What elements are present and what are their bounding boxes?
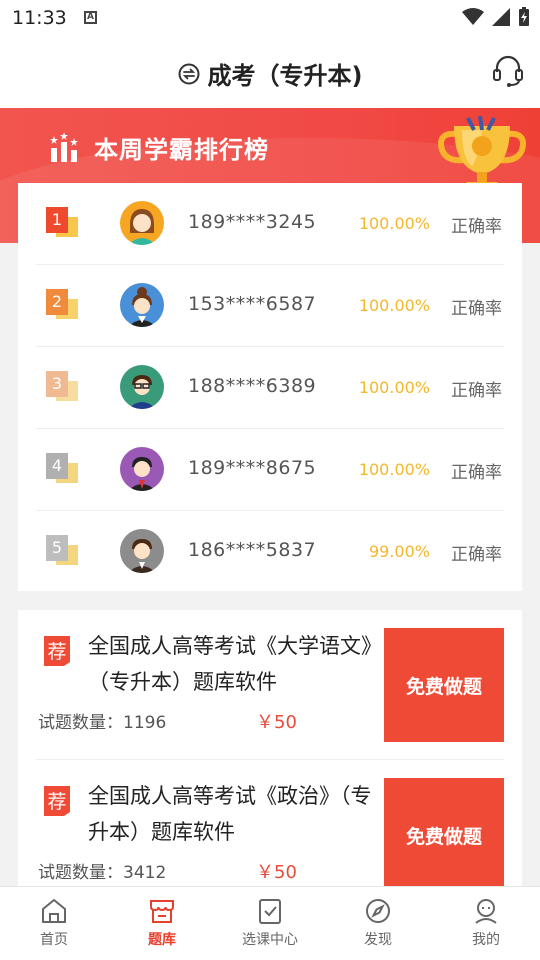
price: ￥50 [256, 862, 297, 883]
user-phone: 188****6389 [188, 375, 317, 397]
question-count: 试题数量：3412 [38, 863, 167, 883]
question-bank-name[interactable]: 全国成人高等考试《政治》（专升本）题库软件 [88, 778, 378, 850]
question-bank-item[interactable]: 荐 全国成人高等考试《大学语文》（专升本）题库软件 试题数量：1196 ￥50 … [36, 610, 504, 760]
rank-number: 2 [46, 289, 68, 315]
rank-badge: 4 [46, 453, 80, 485]
switch-icon[interactable] [178, 63, 200, 85]
accuracy-value: 100.00% [358, 378, 430, 397]
tab-discover-label[interactable]: 发现 [364, 929, 392, 949]
home-icon[interactable] [40, 897, 68, 925]
rank-number: 4 [46, 453, 68, 479]
ranking-row: 2 153****6587 100.00% 正确率 [36, 265, 504, 347]
avatar [120, 365, 164, 409]
user-phone: 153****6587 [188, 293, 317, 315]
accuracy-value: 100.00% [358, 460, 430, 479]
tab-discover[interactable]: 发现 [324, 887, 432, 960]
rank-badge: 1 [46, 207, 80, 239]
tab-question-bank[interactable]: 题库 [108, 887, 216, 960]
tab-home[interactable]: 首页 [0, 887, 108, 960]
rank-badge: 2 [46, 289, 80, 321]
accuracy-value: 100.00% [358, 296, 430, 315]
rank-number: 1 [46, 207, 68, 233]
free-practice-button[interactable]: 免费做题 [384, 778, 504, 890]
banner-title: 本周学霸排行榜 [94, 136, 269, 164]
wifi-icon [462, 8, 484, 25]
status-time: 11:33 [12, 7, 67, 29]
user-phone: 189****3245 [188, 211, 317, 233]
rank-number: 3 [46, 371, 68, 397]
price: ￥50 [256, 712, 297, 733]
exam-switcher[interactable]: 成考（专升本) [0, 56, 540, 91]
tab-course-center-label[interactable]: 选课中心 [242, 929, 298, 949]
accuracy-value: 100.00% [358, 214, 430, 233]
checklist-icon[interactable] [256, 897, 284, 925]
rank-badge: 5 [46, 535, 80, 567]
app-header: 成考（专升本) [0, 38, 540, 108]
profile-icon[interactable] [472, 897, 500, 925]
accuracy-label: 正确率 [451, 299, 502, 319]
rank-number: 5 [46, 535, 68, 561]
notification-a-icon: A [84, 11, 97, 24]
free-practice-button[interactable]: 免费做题 [384, 628, 504, 742]
question-count: 试题数量：1196 [38, 713, 167, 733]
store-icon[interactable] [148, 897, 176, 925]
question-bank-item[interactable]: 荐 全国成人高等考试《政治》（专升本）题库软件 试题数量：3412 ￥50 免费… [36, 760, 504, 890]
battery-icon [519, 7, 529, 26]
signal-icon [492, 8, 510, 26]
accuracy-label: 正确率 [451, 381, 502, 401]
ranking-row: 4 189****8675 100.00% 正确率 [36, 429, 504, 511]
avatar [120, 447, 164, 491]
accuracy-label: 正确率 [451, 545, 502, 565]
accuracy-value: 99.00% [368, 542, 430, 561]
podium-icon [50, 131, 78, 162]
rank-badge: 3 [46, 371, 80, 403]
svg-text:荐: 荐 [47, 641, 66, 663]
system-icons [462, 7, 530, 27]
tab-question-bank-label[interactable]: 题库 [148, 929, 176, 949]
accuracy-label: 正确率 [451, 463, 502, 483]
tab-profile[interactable]: 我的 [432, 887, 540, 960]
avatar [120, 283, 164, 327]
page-title[interactable]: 成考（专升本) [208, 56, 363, 91]
question-bank-name[interactable]: 全国成人高等考试《大学语文》（专升本）题库软件 [88, 628, 378, 700]
status-bar: 11:33 A [0, 0, 540, 38]
customer-service-icon[interactable] [492, 54, 524, 88]
ranking-row: 1 189****3245 100.00% 正确率 [36, 183, 504, 265]
bottom-tab-bar: 首页 题库 选课中心 发现 我的 [0, 886, 540, 960]
ranking-list: 1 189****3245 100.00% 正确率 2 153****6587 … [18, 183, 522, 591]
user-phone: 186****5837 [188, 539, 317, 561]
recommend-tag: 荐 [42, 634, 72, 668]
avatar [120, 529, 164, 573]
svg-text:荐: 荐 [47, 791, 66, 813]
trophy-icon [438, 115, 526, 192]
recommend-tag: 荐 [42, 784, 72, 818]
recommended-question-banks: 荐 全国成人高等考试《大学语文》（专升本）题库软件 试题数量：1196 ￥50 … [18, 610, 522, 890]
compass-icon[interactable] [364, 897, 392, 925]
tab-profile-label[interactable]: 我的 [472, 929, 500, 949]
tab-home-label[interactable]: 首页 [40, 929, 68, 949]
ranking-row: 3 188****6389 100.00% 正确率 [36, 347, 504, 429]
ranking-row: 5 186****5837 99.00% 正确率 [36, 511, 504, 593]
user-phone: 189****8675 [188, 457, 317, 479]
accuracy-label: 正确率 [451, 217, 502, 237]
tab-course-center[interactable]: 选课中心 [216, 887, 324, 960]
avatar [120, 201, 164, 245]
